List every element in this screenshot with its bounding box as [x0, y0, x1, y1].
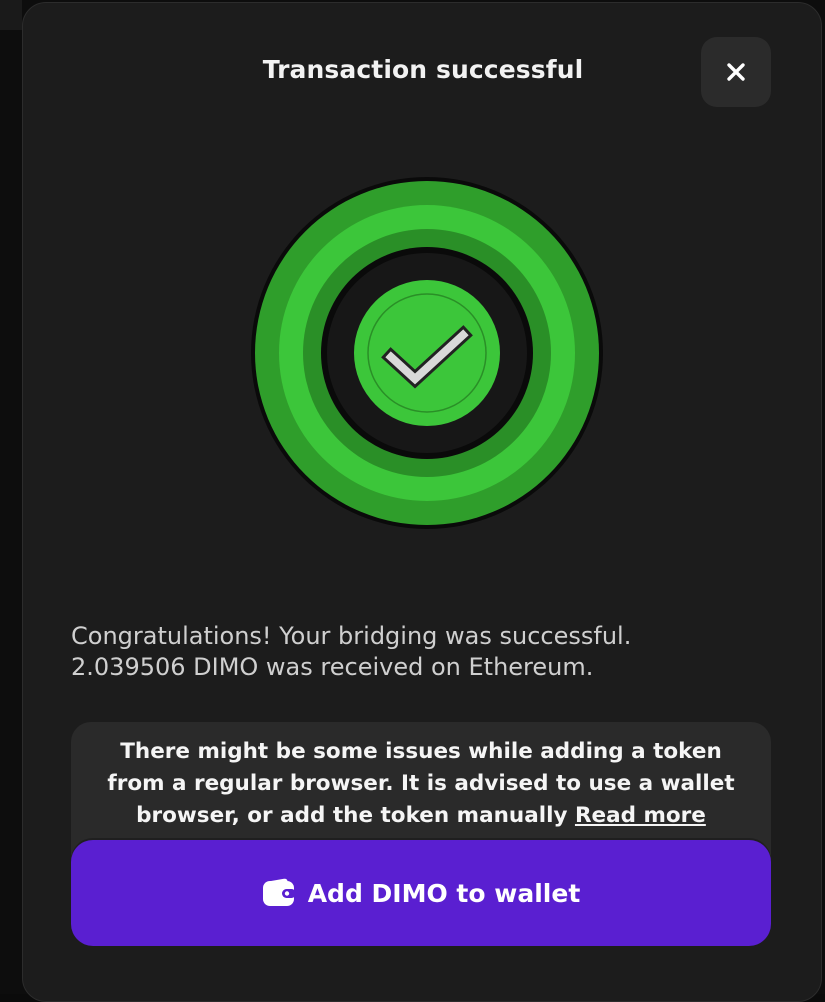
add-to-wallet-button[interactable]: Add DIMO to wallet — [71, 840, 771, 946]
transaction-modal: Transaction successful Congratulations! … — [22, 2, 822, 1002]
success-message-line-1: Congratulations! Your bridging was succe… — [71, 622, 632, 650]
browser-warning-text: There might be some issues while adding … — [93, 736, 749, 832]
check-circle-icon — [251, 177, 603, 529]
close-button[interactable] — [701, 37, 771, 107]
success-message: Congratulations! Your bridging was succe… — [71, 621, 771, 683]
background-fragment — [0, 0, 22, 30]
success-message-line-2: 2.039506 DIMO was received on Ethereum. — [71, 653, 594, 681]
add-to-wallet-label: Add DIMO to wallet — [307, 878, 581, 908]
close-icon — [727, 63, 745, 81]
wallet-icon — [262, 878, 296, 906]
read-more-link[interactable]: Read more — [575, 803, 706, 828]
